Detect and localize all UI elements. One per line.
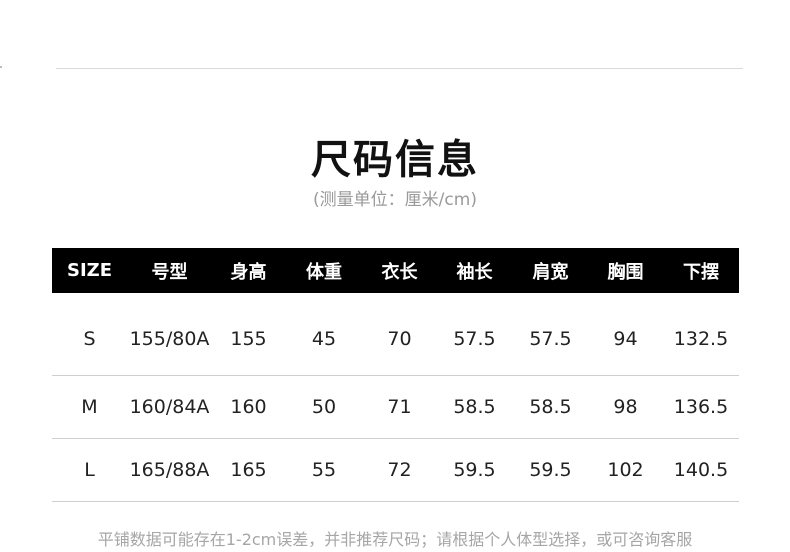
table-header-row: SIZE 号型 身高 体重 衣长 袖长 肩宽 胸围 下摆 bbox=[52, 248, 739, 293]
table-row: S 155/80A 155 45 70 57.5 57.5 94 132.5 bbox=[52, 293, 739, 376]
table-cell: 160 bbox=[212, 375, 285, 439]
table-cell: 59.5 bbox=[436, 438, 513, 502]
table-cell: L bbox=[52, 438, 127, 502]
page-title: 尺码信息 bbox=[311, 137, 479, 183]
table-cell: 155/80A bbox=[127, 293, 212, 376]
edge-mark bbox=[0, 66, 2, 68]
table-cell: 165/88A bbox=[127, 438, 212, 502]
table-cell: 136.5 bbox=[663, 375, 739, 439]
header-weight: 体重 bbox=[285, 248, 363, 293]
table-row: L 165/88A 165 55 72 59.5 59.5 102 140.5 bbox=[52, 438, 739, 502]
table-cell: 58.5 bbox=[436, 375, 513, 439]
table-cell: 72 bbox=[363, 438, 436, 502]
table-cell: 160/84A bbox=[127, 375, 212, 439]
table-cell: 58.5 bbox=[513, 375, 588, 439]
header-chest: 胸围 bbox=[588, 248, 663, 293]
header-sleeve: 袖长 bbox=[436, 248, 513, 293]
measurement-note: 平铺数据可能存在1-2cm误差，并非推荐尺码；请根据个人体型选择，或可咨询客服 bbox=[97, 530, 693, 549]
measurement-unit-subtitle: (测量单位：厘米/cm) bbox=[313, 190, 477, 210]
table-cell: 140.5 bbox=[663, 438, 739, 502]
table-cell: 55 bbox=[285, 438, 363, 502]
size-table: SIZE 号型 身高 体重 衣长 袖长 肩宽 胸围 下摆 S 155/80A 1… bbox=[52, 248, 739, 502]
table-cell: 165 bbox=[212, 438, 285, 502]
table-cell: 155 bbox=[212, 293, 285, 376]
header-height: 身高 bbox=[212, 248, 285, 293]
table-cell: 102 bbox=[588, 438, 663, 502]
table-cell: 71 bbox=[363, 375, 436, 439]
table-cell: M bbox=[52, 375, 127, 439]
header-model: 号型 bbox=[127, 248, 212, 293]
header-shoulder: 肩宽 bbox=[513, 248, 588, 293]
table-cell: 70 bbox=[363, 293, 436, 376]
table-cell: 57.5 bbox=[513, 293, 588, 376]
table-cell: 45 bbox=[285, 293, 363, 376]
header-size: SIZE bbox=[52, 248, 127, 293]
table-cell: 98 bbox=[588, 375, 663, 439]
table-cell: 59.5 bbox=[513, 438, 588, 502]
top-divider bbox=[56, 68, 743, 69]
header-hem: 下摆 bbox=[663, 248, 739, 293]
table-cell: 94 bbox=[588, 293, 663, 376]
table-row: M 160/84A 160 50 71 58.5 58.5 98 136.5 bbox=[52, 375, 739, 439]
table-cell: 50 bbox=[285, 375, 363, 439]
table-cell: 57.5 bbox=[436, 293, 513, 376]
table-cell: 132.5 bbox=[663, 293, 739, 376]
header-length: 衣长 bbox=[363, 248, 436, 293]
table-cell: S bbox=[52, 293, 127, 376]
